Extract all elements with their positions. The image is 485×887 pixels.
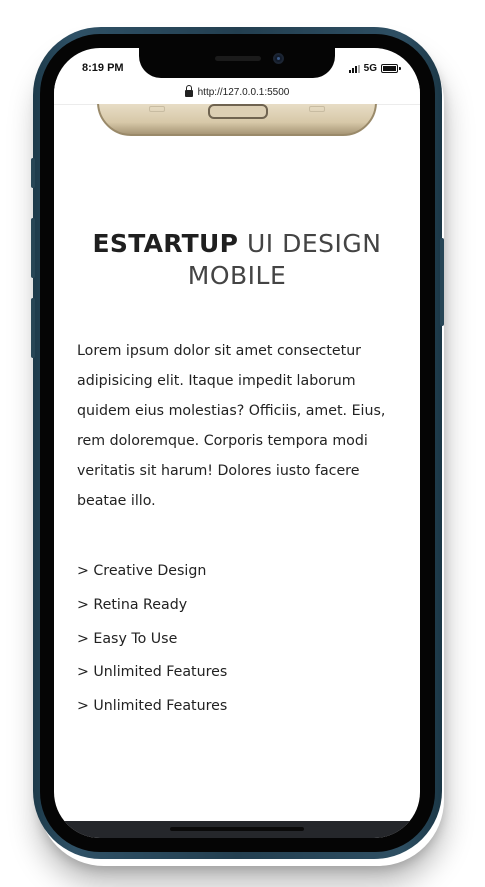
- speaker-icon: [215, 56, 261, 61]
- status-indicators: 5G: [348, 63, 401, 74]
- signal-icon: [348, 64, 360, 73]
- title-bold: ESTARTUP: [92, 229, 239, 258]
- phone-mockup: 8:19 PM 5G http://127.0.0.1:5500 ESTARTU…: [0, 0, 485, 887]
- network-label: 5G: [363, 63, 377, 74]
- battery-icon: [381, 64, 401, 73]
- back-key: [149, 106, 165, 112]
- feature-item: > Unlimited Features: [77, 698, 228, 715]
- product-image: [97, 104, 377, 138]
- home-indicator[interactable]: [170, 827, 304, 831]
- status-time: 8:19 PM: [82, 62, 124, 74]
- feature-item: > Easy To Use: [77, 630, 178, 647]
- menu-key: [309, 106, 325, 112]
- feature-list: > Creative Design > Retina Ready > Easy …: [77, 558, 397, 727]
- page-title: ESTARTUP UI DESIGN MOBILE: [74, 228, 400, 292]
- address-bar[interactable]: http://127.0.0.1:5500: [54, 80, 420, 104]
- power-button: [440, 238, 444, 326]
- description-text: Lorem ipsum dolor sit amet consectetur a…: [77, 343, 386, 509]
- feature-item: > Unlimited Features: [77, 664, 228, 681]
- volume-down-button: [31, 298, 35, 358]
- feature-item: > Retina Ready: [77, 596, 188, 613]
- phone-notch: [139, 46, 335, 78]
- mute-switch: [31, 158, 35, 188]
- feature-item: > Creative Design: [77, 563, 207, 579]
- camera-icon: [273, 53, 284, 64]
- volume-up-button: [31, 218, 35, 278]
- device-home-button: [208, 104, 268, 119]
- url-text[interactable]: http://127.0.0.1:5500: [198, 87, 290, 98]
- phone-screen: 8:19 PM 5G http://127.0.0.1:5500 ESTARTU…: [54, 48, 420, 838]
- lock-icon: [184, 85, 193, 97]
